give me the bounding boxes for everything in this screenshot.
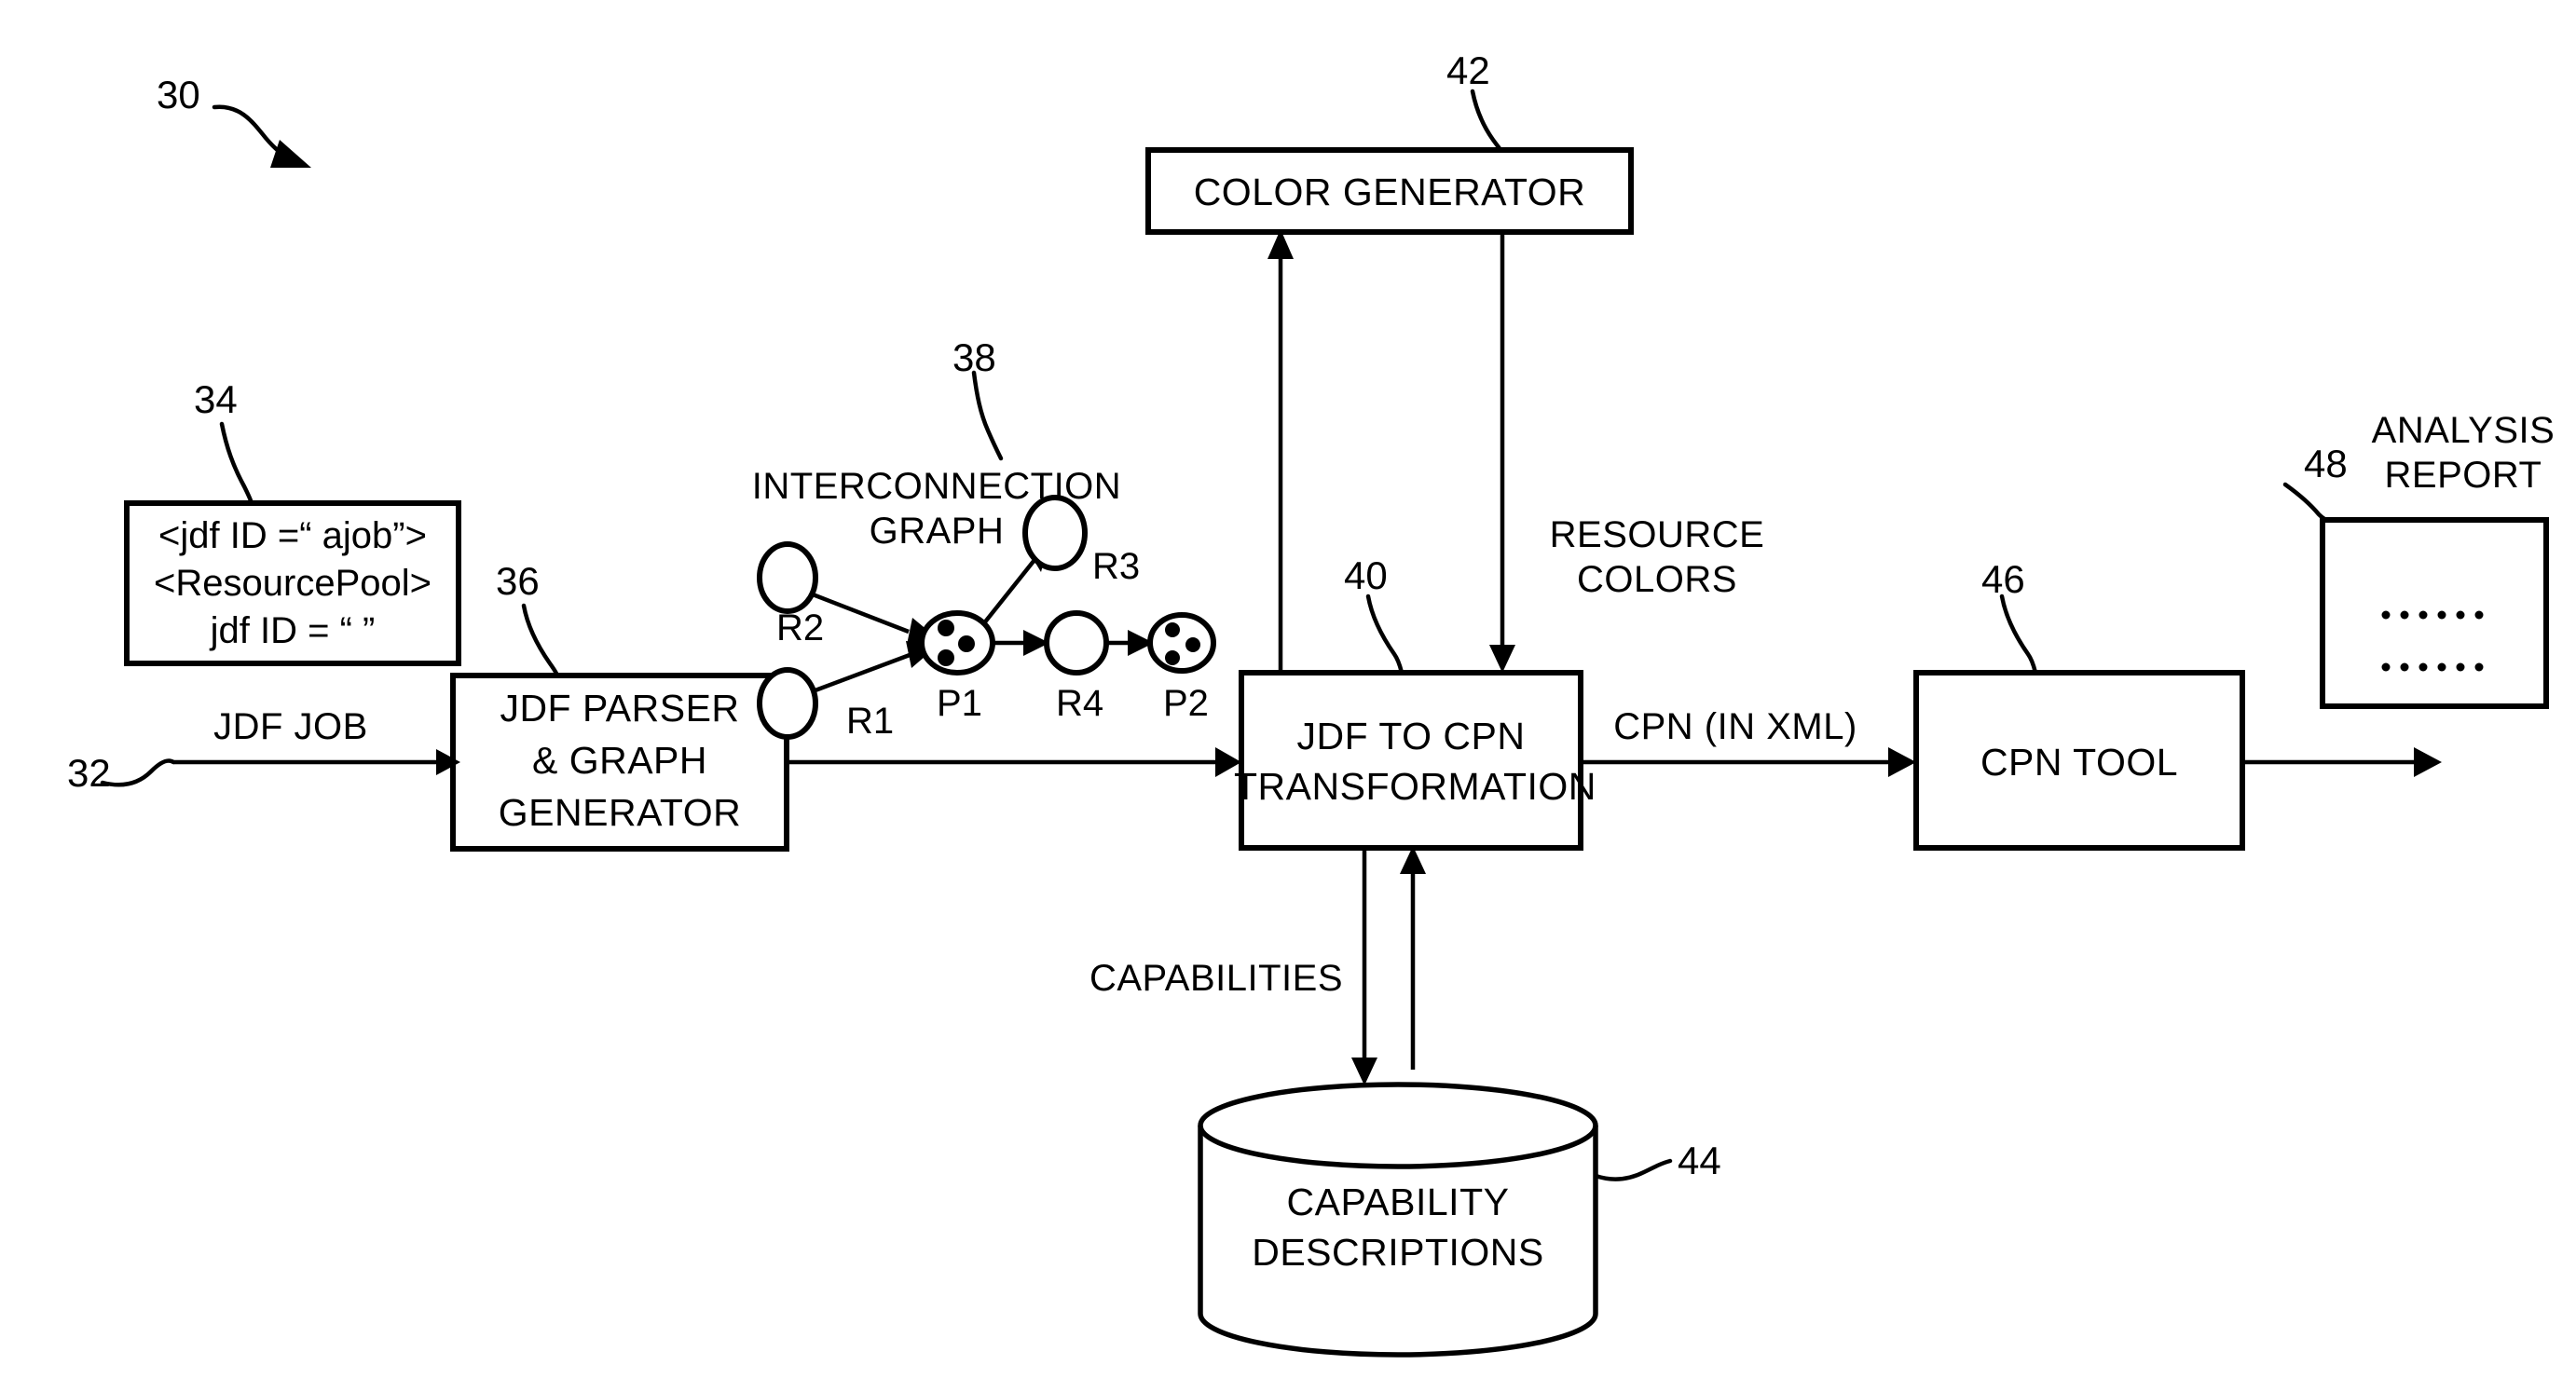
graph-node-r4 (1044, 610, 1109, 676)
jdf-document-leader (219, 421, 254, 506)
ref-numeral-34: 34 (194, 377, 238, 421)
jdf-parser-line1: JDF PARSER (500, 687, 740, 730)
cpntool-output-arrow (2242, 747, 2442, 777)
jdf-parser-line2: & GRAPH (531, 739, 708, 782)
graph-node-label-r4: R4 (1056, 683, 1104, 724)
graph-edge-p1-r4 (990, 630, 1049, 656)
interconnection-graph-title-line1: INTERCONNECTION (751, 466, 1122, 507)
analysis-report-title-line1: ANALYSIS (2371, 410, 2555, 451)
resource-colors-line2: COLORS (1577, 559, 1737, 600)
ref-numeral-32: 32 (67, 751, 111, 795)
figure-leader-arrow (212, 104, 311, 168)
graph-node-label-r2: R2 (776, 607, 825, 648)
jdf-document-line1: <jdf ID =“ ajob”> (158, 515, 427, 556)
graph-node-p2 (1147, 612, 1216, 674)
jdf-to-cpn-line2: TRANSFORMATION (1234, 765, 1596, 808)
jdf-to-cpn-box (1239, 670, 1583, 851)
graph-node-label-p1: P1 (937, 683, 982, 724)
ref-numeral-44: 44 (1678, 1139, 1721, 1182)
resource-colors-line1: RESOURCE (1549, 514, 1765, 555)
ref-numeral-42: 42 (1446, 48, 1490, 92)
jdf-job-arrow (100, 749, 460, 787)
jdf-parser-leader (521, 603, 560, 678)
ref-numeral-40: 40 (1344, 553, 1388, 597)
capability-db-leader (1593, 1158, 1673, 1181)
ref-numeral-46: 46 (1981, 557, 2025, 601)
analysis-report-box (2320, 517, 2549, 709)
patent-figure: 30 34 <jdf ID =“ ajob”> <ResourcePool> j… (0, 0, 2576, 1392)
graph-node-label-r1: R1 (846, 701, 895, 742)
jdf-document-line3: jdf ID = “ ” (210, 610, 376, 651)
jdf-to-cpn-leader (1365, 594, 1404, 676)
color-generator-label: COLOR GENERATOR (1193, 171, 1586, 213)
parser-to-transform-arrow (787, 747, 1241, 777)
cpn-tool-leader (1999, 594, 2038, 676)
color-generator-leader (1470, 89, 1503, 153)
analysis-report-dots (2381, 610, 2484, 672)
ref-numeral-36: 36 (496, 559, 540, 603)
interconnection-graph (757, 370, 1216, 740)
capability-db-line1: CAPABILITY (1286, 1180, 1510, 1223)
db-to-transform-arrow (1400, 846, 1426, 1070)
graph-node-r2 (757, 541, 818, 614)
graph-node-label-p2: P2 (1163, 683, 1209, 724)
cpn-in-xml-label: CPN (IN XML) (1613, 706, 1857, 747)
interconnection-graph-title-line2: GRAPH (869, 511, 1005, 552)
interconnection-graph-leader (971, 370, 1004, 461)
jdf-document-line2: <ResourcePool> (154, 563, 432, 604)
ref-numeral-30: 30 (157, 73, 200, 116)
colorgen-to-transform-arrow (1489, 232, 1515, 673)
ref-numeral-38: 38 (952, 335, 996, 379)
transform-to-cpntool-arrow (1581, 747, 1916, 777)
graph-edge-r4-p2 (1107, 630, 1154, 656)
analysis-report-leader (2282, 482, 2329, 523)
capabilities-label: CAPABILITIES (1089, 958, 1343, 999)
jdf-to-cpn-line1: JDF TO CPN (1296, 715, 1526, 757)
analysis-report-title-line2: REPORT (2384, 455, 2542, 496)
cpn-tool-label: CPN TOOL (1980, 741, 2179, 784)
graph-node-label-r3: R3 (1092, 546, 1141, 587)
capability-db-line2: DESCRIPTIONS (1252, 1231, 1544, 1274)
jdf-parser-line3: GENERATOR (498, 791, 742, 834)
jdf-job-label: JDF JOB (213, 706, 368, 747)
transform-to-colorgen-arrow (1267, 229, 1294, 673)
graph-node-p1 (919, 610, 995, 676)
